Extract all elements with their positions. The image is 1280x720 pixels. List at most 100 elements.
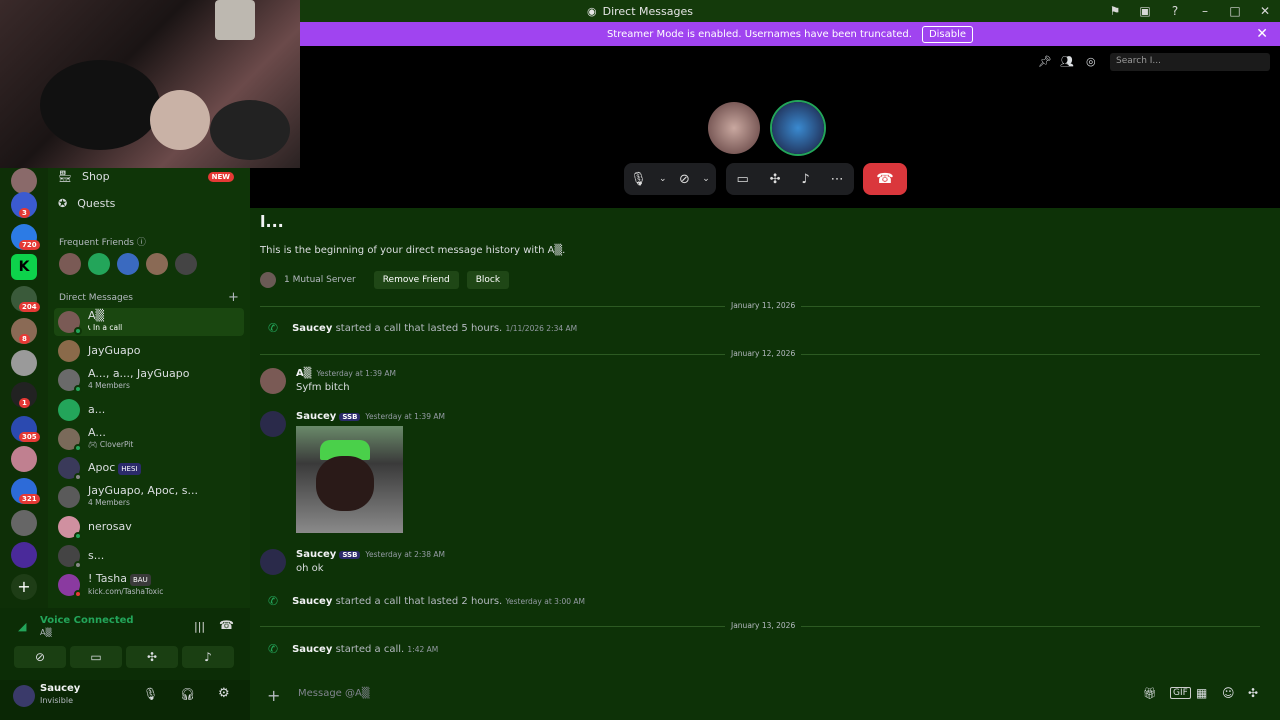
apps-icon[interactable]: ✣ [1248, 686, 1258, 700]
call-participant-avatar[interactable] [772, 102, 824, 154]
attached-image[interactable] [296, 426, 403, 533]
unread-badge: 3 [19, 208, 30, 218]
user-avatar[interactable] [13, 685, 35, 707]
friend-avatar[interactable] [175, 253, 197, 275]
system-message: ✆ Saucey started a call that lasted 2 ho… [268, 594, 585, 608]
unread-badge: 321 [19, 494, 40, 504]
add-dm-button[interactable]: + [228, 290, 239, 305]
friend-avatar[interactable] [59, 253, 81, 275]
dm-item[interactable]: Apoc HESI [54, 454, 244, 482]
streamer-mode-banner: Streamer Mode is enabled. Usernames have… [300, 22, 1280, 46]
camera-off-button[interactable]: ⊘ [14, 646, 66, 668]
server-icon[interactable] [11, 350, 37, 376]
add-server-icon[interactable]: + [11, 574, 37, 600]
shop-nav[interactable]: 🏪︎ Shop [58, 170, 110, 183]
unread-badge: 305 [19, 432, 40, 442]
intro-actions: 1 Mutual Server Remove Friend Block [260, 271, 510, 289]
dm-item[interactable]: s... [54, 542, 244, 570]
maximize-button[interactable]: □ [1220, 4, 1250, 18]
quests-nav[interactable]: ✪ Quests [58, 197, 115, 210]
dm-item[interactable]: A..., a..., JayGuapo 4 Members [54, 366, 244, 394]
friend-avatar[interactable] [146, 253, 168, 275]
activities-button[interactable]: ✣ [126, 646, 178, 668]
user-profile-icon[interactable]: ◎ [1086, 55, 1096, 68]
add-friend-icon[interactable]: 👥︎ [1060, 55, 1074, 68]
microphone-icon[interactable]: 🎙︎ [143, 687, 158, 701]
minimize-button[interactable]: – [1190, 4, 1220, 18]
author-avatar[interactable] [260, 368, 286, 394]
dm-item[interactable]: A▒ 📞︎ In a call [54, 308, 244, 336]
gif-icon[interactable]: GIF [1170, 687, 1191, 699]
call-participant-avatar[interactable] [708, 102, 760, 154]
block-button[interactable]: Block [466, 271, 510, 289]
shop-icon: 🏪︎ [58, 170, 72, 183]
soundboard-icon[interactable]: ♪ [801, 172, 809, 187]
monitor-icon[interactable]: ▣ [1130, 4, 1160, 18]
phone-icon: ✆ [268, 642, 279, 656]
dm-item[interactable]: nerosav [54, 513, 244, 541]
system-message: ✆ Saucey started a call. 1:42 AM [268, 642, 439, 656]
sticker-icon[interactable]: ▦ [1196, 686, 1207, 700]
friend-avatar[interactable] [88, 253, 110, 275]
disable-button[interactable]: Disable [921, 25, 974, 43]
server-icon[interactable] [11, 446, 37, 472]
author-name[interactable]: Saucey [296, 411, 336, 422]
server-list: 3 720 K 204 8 1 305 321 + [0, 168, 48, 608]
voice-channel[interactable]: A▒ [40, 628, 52, 637]
search-input[interactable]: Search I... [1110, 53, 1270, 71]
call-action-controls: ▭ ✣ ♪ ⋯ [726, 163, 854, 195]
screen-share-icon[interactable]: ▭ [736, 172, 748, 187]
message: Saucey SSB Yesterday at 2:38 AM oh ok [260, 549, 445, 575]
system-message: ✆ Saucey started a call that lasted 5 ho… [268, 321, 578, 335]
activities-icon[interactable]: ✣ [770, 172, 781, 187]
author-avatar[interactable] [260, 411, 286, 437]
server-icon[interactable] [11, 510, 37, 536]
shop-label: Shop [81, 170, 110, 183]
dm-item[interactable]: A... 🎮︎ CloverPit [54, 425, 244, 453]
close-banner-icon[interactable]: ✕ [1256, 26, 1268, 42]
dm-item[interactable]: JayGuapo [54, 337, 244, 365]
discord-icon: ◉ [587, 4, 597, 18]
message: A▒ Yesterday at 1:39 AM Syfm bitch [260, 368, 396, 394]
microphone-icon[interactable]: 🎙︎ [630, 172, 647, 187]
dm-item[interactable]: ! Tasha BAU kick.com/TashaToxic [54, 571, 244, 599]
chevron-down-icon[interactable]: ⌄ [659, 174, 667, 184]
kick-server-icon[interactable]: K [11, 254, 37, 280]
gift-icon[interactable]: 🎁︎ [1143, 687, 1157, 700]
friend-avatar[interactable] [117, 253, 139, 275]
info-icon: ⓘ [136, 238, 146, 248]
pin-icon[interactable]: 📌︎ [1038, 55, 1052, 68]
emoji-icon[interactable]: ☺ [1222, 686, 1235, 700]
dm-item[interactable]: JayGuapo, Apoc, s... 4 Members [54, 483, 244, 511]
help-icon[interactable]: ? [1160, 4, 1190, 18]
more-icon[interactable]: ⋯ [831, 172, 844, 187]
screen-share-button[interactable]: ▭ [70, 646, 122, 668]
user-name[interactable]: Saucey [40, 683, 80, 694]
hang-up-button[interactable]: ☎ [863, 163, 907, 195]
soundboard-button[interactable]: ♪ [182, 646, 234, 668]
server-icon[interactable] [11, 542, 37, 568]
settings-gear-icon[interactable]: ⚙ [218, 686, 230, 701]
dm-item[interactable]: a... [54, 396, 244, 424]
phone-icon: ✆ [268, 321, 279, 335]
frequent-friends-heading: Frequent Friends ⓘ [59, 238, 146, 248]
message-input[interactable]: Message @A▒ [298, 688, 370, 699]
chevron-down-icon[interactable]: ⌄ [702, 174, 710, 184]
server-icon[interactable] [11, 168, 37, 194]
author-name[interactable]: Saucey [296, 549, 336, 560]
author-avatar[interactable] [260, 549, 286, 575]
banner-text: Streamer Mode is enabled. Usernames have… [606, 28, 912, 40]
date-label: January 11, 2026 [725, 301, 802, 310]
unread-badge: 8 [19, 334, 30, 344]
remove-friend-button[interactable]: Remove Friend [373, 271, 459, 289]
flag-icon[interactable]: ⚑ [1100, 4, 1130, 18]
close-button[interactable]: ✕ [1250, 4, 1280, 18]
quests-label: Quests [77, 197, 116, 210]
attach-plus-icon[interactable]: + [267, 686, 280, 705]
headphones-icon[interactable]: 🎧︎ [180, 687, 195, 701]
soundboard-icon[interactable]: ||| [194, 620, 205, 633]
disconnect-icon[interactable]: ☎ [219, 618, 234, 632]
author-name[interactable]: A▒ [296, 368, 311, 379]
camera-off-icon[interactable]: ⊘ [679, 172, 690, 187]
mutual-servers[interactable]: 1 Mutual Server [284, 275, 356, 285]
